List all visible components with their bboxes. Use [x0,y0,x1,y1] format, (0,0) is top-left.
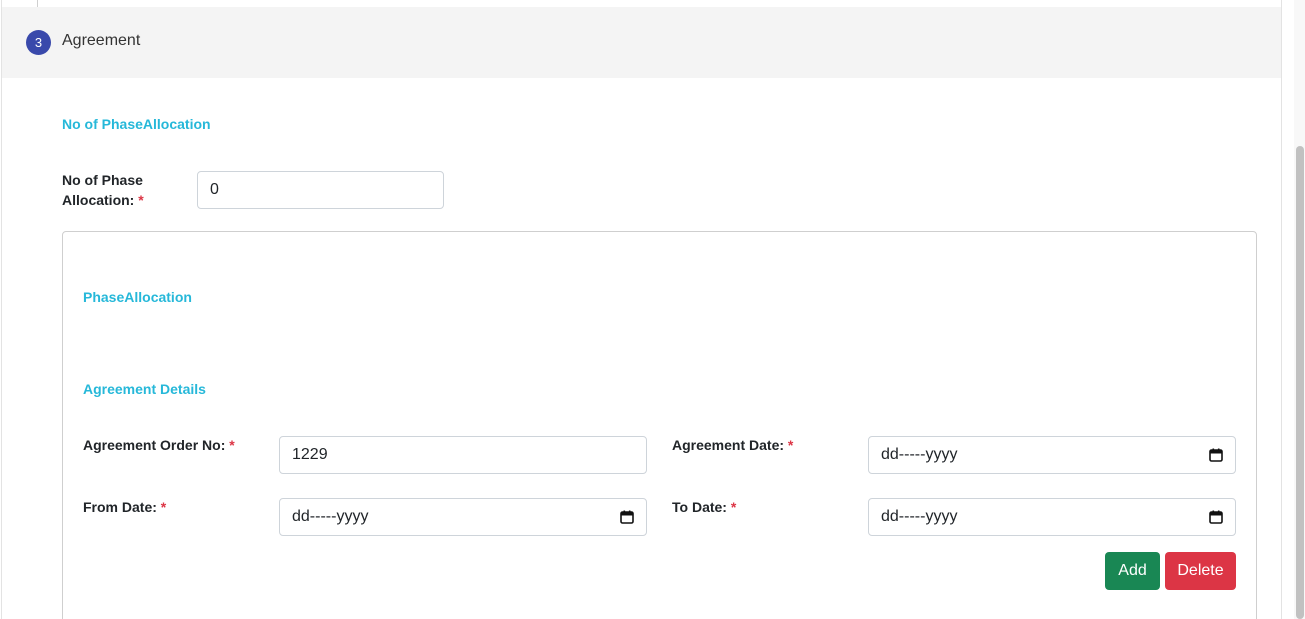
agreement-date-input[interactable]: dd-----yyyy [868,436,1236,474]
calendar-icon[interactable] [620,510,634,524]
from-date-label-text: From Date: [83,499,157,515]
step-number-badge: 3 [26,30,51,55]
step-title: Agreement [62,32,141,49]
calendar-icon[interactable] [1209,448,1223,462]
required-mark: * [730,499,737,515]
add-button[interactable]: Add [1105,552,1160,590]
to-date-input[interactable]: dd-----yyyy [868,498,1236,536]
agreement-form-page: 3 Agreement No of PhaseAllocation No of … [0,0,1305,619]
agreement-order-no-value: 1229 [292,446,328,463]
agreement-date-label: Agreement Date: * [672,435,793,455]
from-date-value: dd-----yyyy [292,508,369,525]
phase-allocation-title: PhaseAllocation [83,289,192,305]
phase-count-section-title: No of PhaseAllocation [62,116,211,132]
to-date-value: dd-----yyyy [881,508,958,525]
phase-count-label-line2: Allocation: [62,192,135,208]
required-mark: * [160,499,167,515]
to-date-label: To Date: * [672,497,736,517]
delete-button[interactable]: Delete [1165,552,1236,590]
agreement-details-title: Agreement Details [83,381,206,397]
agreement-date-label-text: Agreement Date: [672,437,785,453]
phase-count-label-line1: No of Phase [62,172,143,188]
phase-count-input[interactable]: 0 [197,171,444,209]
agreement-order-no-label-text: Agreement Order No: [83,437,226,453]
agreement-order-no-input[interactable]: 1229 [279,436,647,474]
phase-allocation-card [62,231,1257,619]
phase-count-label: No of Phase Allocation: * [62,170,144,210]
to-date-label-text: To Date: [672,499,727,515]
scrollbar-thumb[interactable] [1296,146,1304,619]
required-mark: * [787,437,794,453]
required-mark: * [229,437,235,453]
calendar-icon[interactable] [1209,510,1223,524]
agreement-date-value: dd-----yyyy [881,446,958,463]
from-date-label: From Date: * [83,497,166,517]
step-header-agreement[interactable]: 3 Agreement [2,7,1281,78]
agreement-order-no-label: Agreement Order No: * [83,435,235,455]
from-date-input[interactable]: dd-----yyyy [279,498,647,536]
required-mark: * [138,192,144,208]
phase-count-value: 0 [210,181,219,198]
